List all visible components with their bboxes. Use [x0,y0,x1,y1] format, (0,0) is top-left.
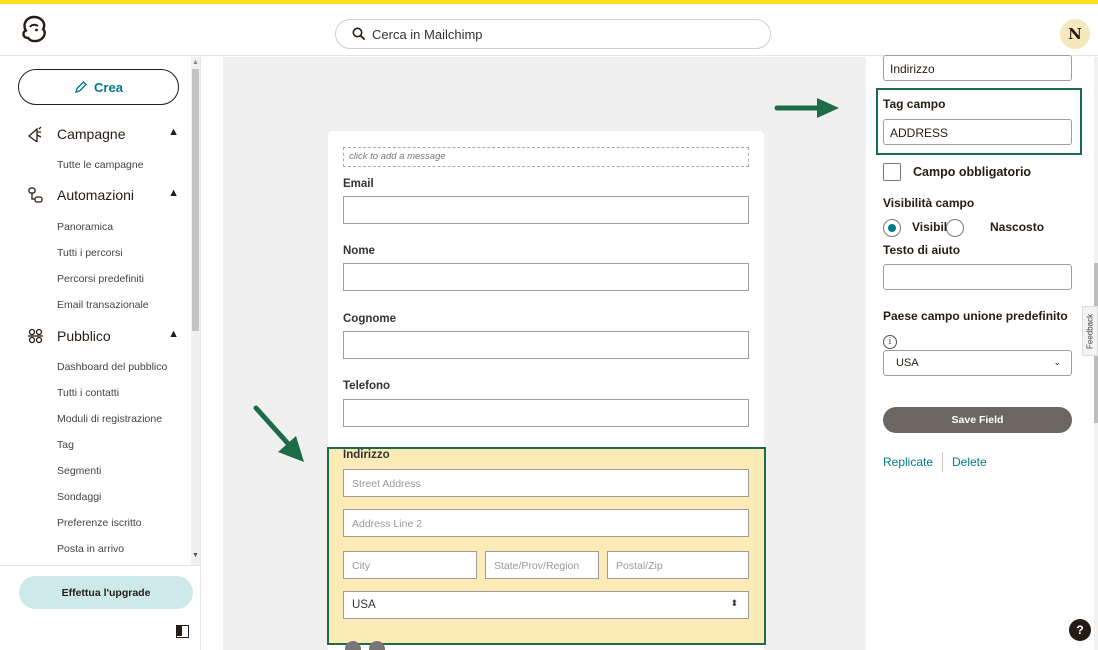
search-bar[interactable]: Cerca in Mailchimp [335,19,771,49]
sidebar-item-dashboard-del-pubblico[interactable]: Dashboard del pubblico [57,361,167,373]
sidebar-item-segmenti[interactable]: Segmenti [57,465,101,477]
help-text-input[interactable] [883,264,1072,290]
search-placeholder: Cerca in Mailchimp [372,26,483,42]
sidebar-section-pubblico[interactable]: Pubblico ▲ [27,325,187,347]
sidebar-section-label: Campagne [57,126,126,142]
pencil-icon [75,81,88,94]
mailchimp-logo-icon[interactable] [20,15,48,43]
create-button-label: Crea [94,79,123,95]
annotation-arrow-icon [774,98,839,118]
cognome-field[interactable] [343,331,749,359]
link-divider [942,452,943,472]
country-select-value: USA [352,599,376,611]
help-button[interactable]: ? [1069,619,1091,641]
avatar[interactable]: N [1060,19,1090,49]
email-label: Email [343,178,374,190]
sidebar-item-tutti-i-percorsi[interactable]: Tutti i percorsi [57,247,123,259]
sidebar-section-campagne[interactable]: Campagne ▲ [27,123,187,145]
sidebar-item-sondaggi[interactable]: Sondaggi [57,491,101,503]
scroll-down-icon[interactable]: ▼ [192,552,199,559]
search-icon [352,27,366,41]
email-field[interactable] [343,196,749,224]
indirizzo-label: Indirizzo [343,449,390,461]
field-action-icon[interactable] [345,641,361,650]
sidebar-scroll-thumb[interactable] [192,69,199,331]
telefono-label: Telefono [343,380,391,392]
tag-field-label: Tag campo [883,97,946,111]
save-field-button[interactable]: Save Field [883,407,1072,433]
chevron-up-icon: ▲ [168,187,179,199]
hidden-radio[interactable] [946,219,964,237]
tag-field-input[interactable]: ADDRESS [883,119,1072,145]
replicate-link[interactable]: Replicate [883,455,933,469]
visible-radio[interactable] [883,219,901,237]
help-text-label: Testo di aiuto [883,243,961,257]
workflow-icon [27,186,45,204]
sidebar-item-tutte-le-campagne[interactable]: Tutte le campagne [57,159,144,171]
default-country-label: Paese campo unione predefinito [883,309,1068,323]
sidebar-item-email-transazionale[interactable]: Email transazionale [57,299,149,311]
field-label-input[interactable]: Indirizzo [883,55,1072,81]
sidebar-section-label: Pubblico [57,328,111,344]
sidebar-item-percorsi-predefiniti[interactable]: Percorsi predefiniti [57,273,144,285]
chevron-up-icon: ▲ [168,126,179,138]
scroll-up-icon[interactable]: ▲ [192,59,199,66]
collapse-sidebar-icon[interactable] [176,625,189,638]
city-input[interactable]: City [343,551,477,579]
sidebar-item-panoramica[interactable]: Panoramica [57,221,113,233]
country-select[interactable]: USA ⬍ [343,591,749,619]
sidebar-section-automazioni[interactable]: Automazioni ▲ [27,184,187,206]
required-checkbox[interactable] [883,163,901,181]
state-input[interactable]: State/Prov/Region [485,551,599,579]
hidden-radio-label: Nascosto [990,220,1045,234]
upgrade-button[interactable]: Effettua l'upgrade [19,576,193,609]
required-label: Campo obbligatorio [913,165,1032,179]
add-message-area[interactable]: click to add a message [343,147,749,167]
audience-icon [27,327,45,345]
sidebar-item-tag[interactable]: Tag [57,439,74,451]
sidebar-item-posta-in-arrivo[interactable]: Posta in arrivo [57,543,124,555]
street-address-input[interactable]: Street Address [343,469,749,497]
create-button[interactable]: Crea [18,69,179,105]
feedback-tab[interactable]: Feedback [1082,306,1098,356]
sidebar-item-moduli-di-registrazione[interactable]: Moduli di registrazione [57,413,162,425]
visibility-label: Visibilità campo [883,196,975,210]
megaphone-icon [27,125,45,143]
annotation-arrow-icon [253,405,304,462]
address-line2-input[interactable]: Address Line 2 [343,509,749,537]
sidebar-divider [0,565,200,566]
cognome-label: Cognome [343,313,397,325]
info-icon[interactable]: i [883,335,897,349]
nome-field[interactable] [343,263,749,291]
delete-link[interactable]: Delete [952,455,987,469]
field-action-icon[interactable] [369,641,385,650]
sidebar-scrollbar[interactable]: ▲ ▼ [191,57,200,565]
default-country-select[interactable]: USA ⌄ [883,350,1072,376]
chevron-up-icon: ▲ [168,328,179,340]
sidebar-item-preferenze-iscritto[interactable]: Preferenze iscritto [57,517,142,529]
chevron-down-icon: ⌄ [1053,357,1061,367]
updown-icon: ⬍ [730,598,738,608]
sidebar-item-tutti-i-contatti[interactable]: Tutti i contatti [57,387,119,399]
top-bar: Cerca in Mailchimp N [0,4,1098,56]
telefono-field[interactable] [343,399,749,427]
default-country-value: USA [896,357,919,369]
sidebar-section-label: Automazioni [57,187,135,203]
zip-input[interactable]: Postal/Zip [607,551,749,579]
sidebar: Crea Campagne ▲ Tutte le campagne Automa… [0,57,201,650]
nome-label: Nome [343,245,375,257]
